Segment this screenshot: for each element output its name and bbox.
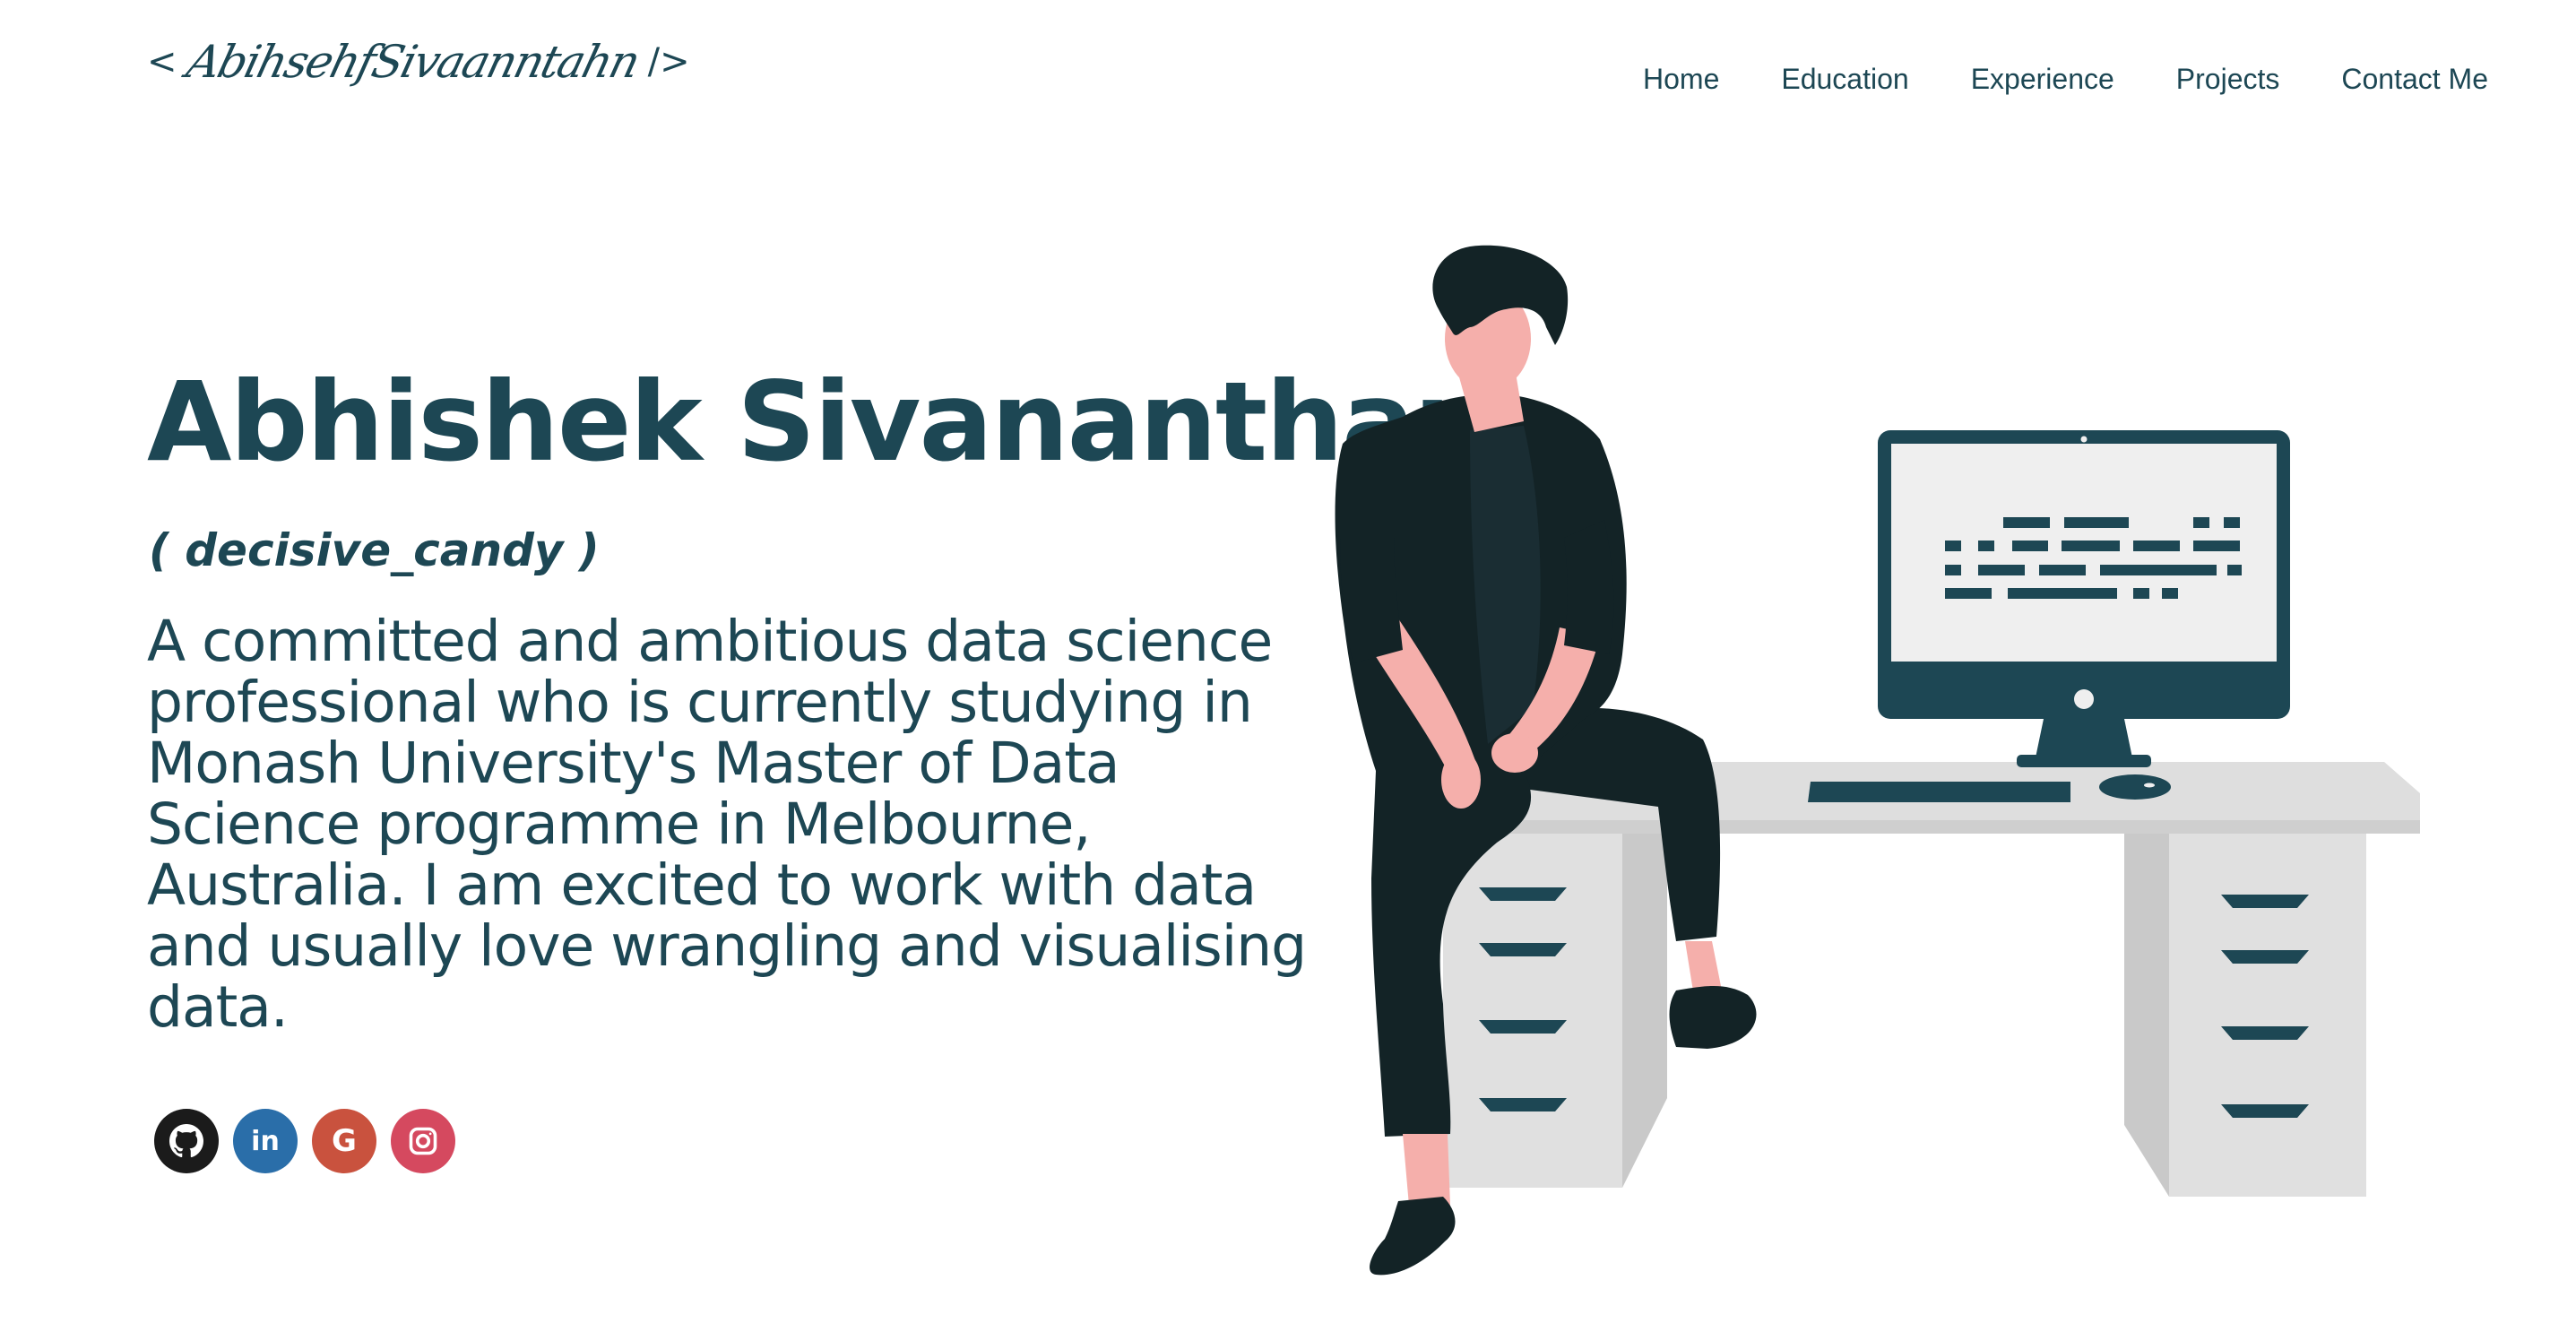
hero-name: Abhishek Sivananthan: [147, 359, 1491, 486]
linkedin-link[interactable]: in: [233, 1109, 298, 1173]
google-icon: G: [332, 1123, 357, 1159]
nav-education[interactable]: Education: [1781, 63, 1908, 96]
google-link[interactable]: G: [312, 1109, 376, 1173]
mouse: [2099, 774, 2171, 800]
instagram-link[interactable]: [391, 1109, 455, 1173]
site-logo[interactable]: < AbihsehfSivaanntahn />: [147, 36, 690, 88]
nav-home[interactable]: Home: [1643, 63, 1719, 96]
main-nav: Home Education Experience Projects Conta…: [1643, 63, 2488, 96]
nav-contact-me[interactable]: Contact Me: [2341, 63, 2488, 96]
nav-experience[interactable]: Experience: [1971, 63, 2114, 96]
social-links: in G: [154, 1109, 455, 1173]
github-link[interactable]: [154, 1109, 219, 1173]
github-icon: [169, 1124, 203, 1158]
desk-left-drawers: [1443, 834, 1622, 1188]
logo-close-bracket: />: [647, 41, 690, 82]
logo-open-bracket: <: [147, 41, 177, 82]
hero-alias: ( decisive_candy ): [149, 524, 600, 576]
linkedin-icon: in: [251, 1125, 280, 1157]
logo-signature: AbihsehfSivaanntahn: [181, 36, 644, 88]
nav-projects[interactable]: Projects: [2176, 63, 2280, 96]
instagram-icon: [409, 1127, 437, 1155]
desk-right-drawers: [2169, 834, 2366, 1197]
hero-bio: A committed and ambitious data science p…: [147, 609, 1307, 1040]
developer-at-desk-illustration: [1335, 245, 2420, 1276]
keyboard: [1808, 782, 2070, 802]
